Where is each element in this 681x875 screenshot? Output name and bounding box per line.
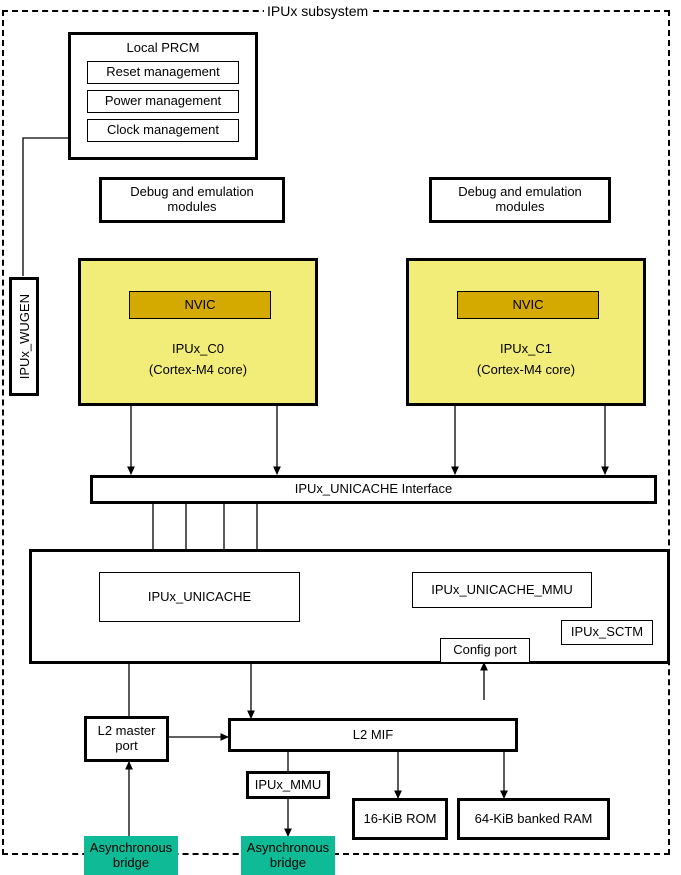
debug-emulation-modules-left-label: Debug and emulation modules	[130, 184, 254, 214]
prcm-item-clock-management: Clock management	[87, 118, 239, 142]
local-prcm-title: Local PRCM	[126, 40, 200, 55]
ipux-unicache-mmu-block: IPUx_UNICACHE_MMU	[412, 572, 592, 608]
prcm-item-clock-management-label: Clock management	[107, 121, 219, 137]
ipux-mmu-block: IPUx_MMU	[246, 771, 330, 799]
nvic-block-c0: NVIC	[129, 291, 271, 319]
config-port-block: Config port	[440, 638, 530, 663]
ipux-sctm-label: IPUx_SCTM	[570, 624, 644, 640]
core-name-c1: IPUx_C1	[499, 341, 553, 356]
config-port-label: Config port	[453, 642, 517, 658]
async-bridge-right: Asynchronous bridge	[241, 836, 335, 875]
subsystem-title: IPUx subsystem	[264, 3, 372, 19]
async-bridge-left-label: Asynchronous bridge	[89, 840, 173, 870]
prcm-item-reset-management-label: Reset management	[106, 63, 220, 79]
debug-emulation-modules-left: Debug and emulation modules	[99, 177, 285, 223]
ipux-wugen-label: IPUx_WUGEN	[16, 293, 32, 380]
core-block-ipux-c1: NVIC IPUx_C1 (Cortex-M4 core)	[406, 258, 646, 406]
ipux-unicache-label: IPUx_UNICACHE	[147, 588, 252, 604]
debug-emulation-modules-right-label: Debug and emulation modules	[458, 184, 582, 214]
ipux-mmu-label: IPUx_MMU	[254, 776, 322, 792]
nvic-block-c1: NVIC	[457, 291, 599, 319]
ipux-subsystem-diagram: IPUx subsystem Local PRCM Reset manageme…	[0, 0, 681, 875]
l2-mif-block: L2 MIF	[228, 718, 518, 752]
debug-emulation-modules-right: Debug and emulation modules	[429, 177, 611, 223]
ipux-unicache-block: IPUx_UNICACHE	[99, 572, 300, 622]
l2-mif-label: L2 MIF	[352, 726, 394, 742]
ram-label: 64-KiB banked RAM	[474, 810, 593, 826]
nvic-label-c1: NVIC	[512, 296, 544, 312]
l2-master-port-block: L2 master port	[84, 716, 169, 762]
local-prcm-block: Local PRCM Reset management Power manage…	[68, 32, 258, 160]
core-name-c0: IPUx_C0	[171, 341, 225, 356]
core-subtitle-c1: (Cortex-M4 core)	[476, 362, 576, 377]
unicache-interface-label: IPUx_UNICACHE Interface	[294, 481, 453, 497]
prcm-item-power-management-label: Power management	[104, 92, 222, 108]
async-bridge-right-label: Asynchronous bridge	[246, 840, 330, 870]
ipux-wugen-block: IPUx_WUGEN	[9, 277, 39, 396]
ipux-sctm-label-box: IPUx_SCTM	[561, 620, 653, 645]
core-subtitle-c0: (Cortex-M4 core)	[148, 362, 248, 377]
rom-block: 16-KiB ROM	[352, 798, 448, 840]
l2-master-port-label: L2 master port	[97, 723, 156, 753]
async-bridge-left: Asynchronous bridge	[84, 836, 178, 875]
prcm-item-power-management: Power management	[87, 89, 239, 113]
unicache-interface-bar: IPUx_UNICACHE Interface	[90, 475, 657, 504]
nvic-label-c0: NVIC	[184, 296, 216, 312]
ipux-unicache-mmu-label: IPUx_UNICACHE_MMU	[431, 581, 573, 597]
ram-block: 64-KiB banked RAM	[457, 798, 610, 840]
prcm-item-reset-management: Reset management	[87, 60, 239, 84]
core-block-ipux-c0: NVIC IPUx_C0 (Cortex-M4 core)	[78, 258, 318, 406]
rom-label: 16-KiB ROM	[363, 810, 437, 826]
